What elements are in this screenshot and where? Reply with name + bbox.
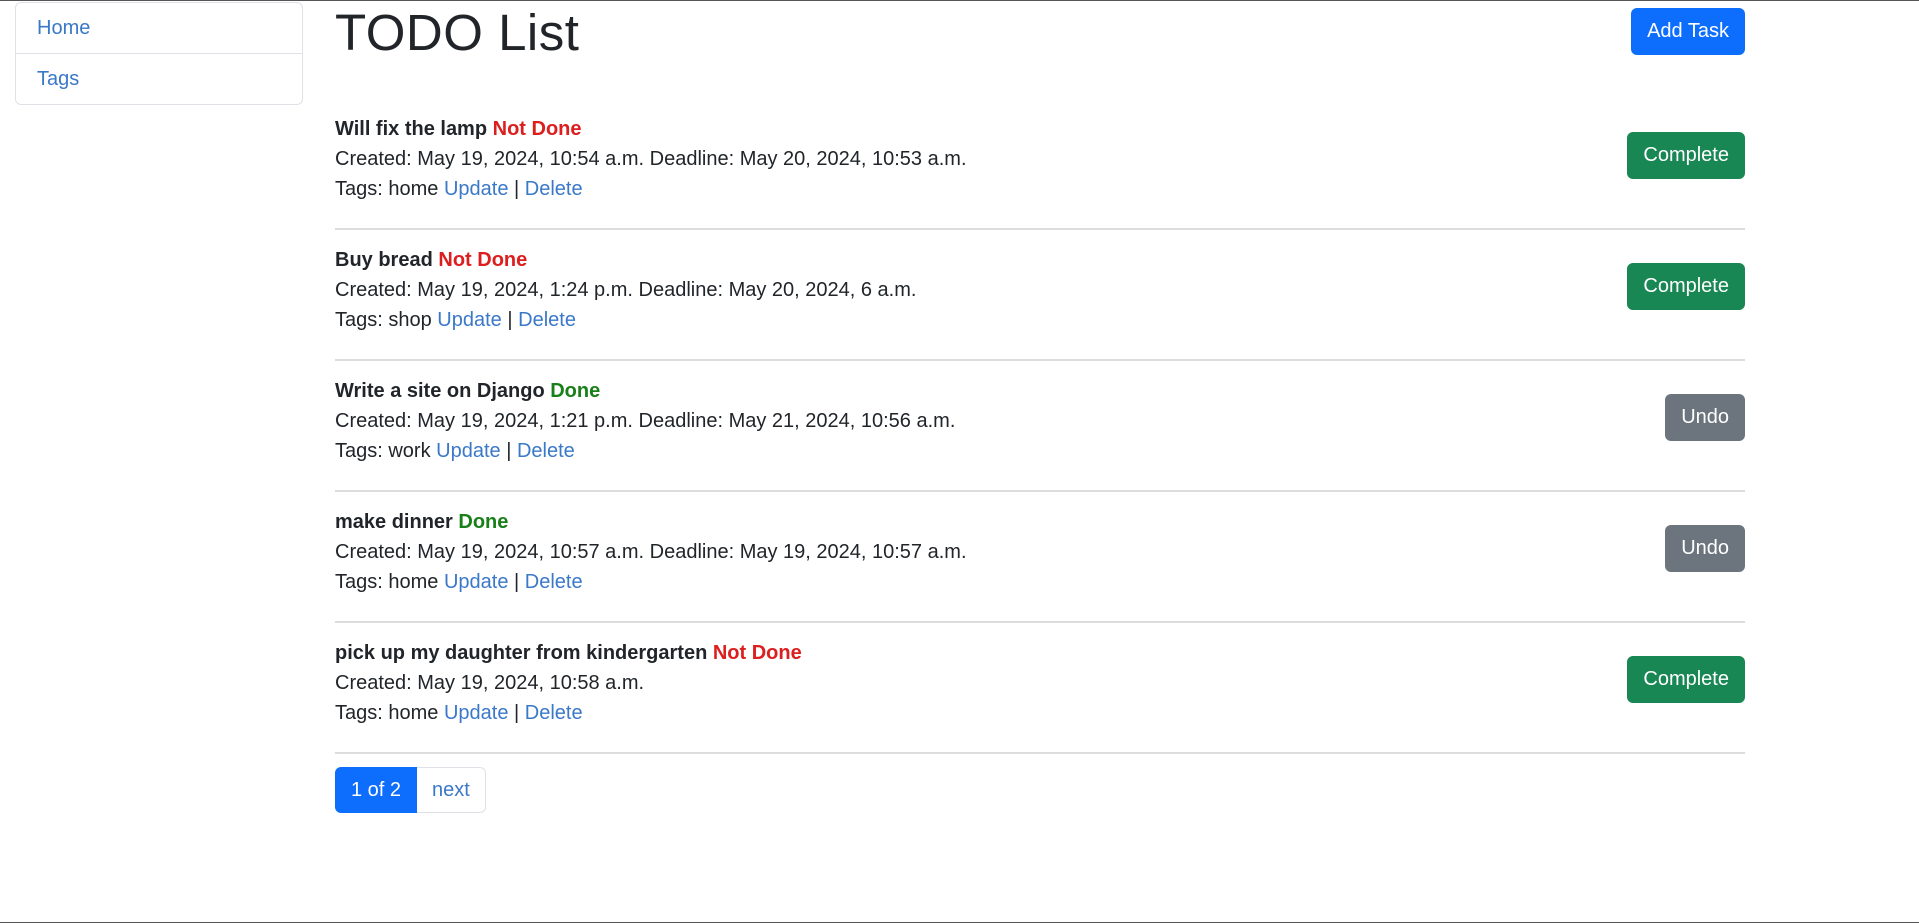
task-dates: Created: May 19, 2024, 1:21 p.m. Deadlin… <box>335 410 956 432</box>
update-link[interactable]: Update <box>444 178 509 200</box>
delete-link[interactable]: Delete <box>525 702 583 724</box>
complete-button[interactable]: Complete <box>1627 656 1745 703</box>
task-dates: Created: May 19, 2024, 10:54 a.m. Deadli… <box>335 148 967 170</box>
task-dates: Created: May 19, 2024, 1:24 p.m. Deadlin… <box>335 279 917 301</box>
task-list: Will fix the lamp Not Done Created: May … <box>335 99 1745 754</box>
link-separator: | <box>506 440 512 462</box>
complete-button[interactable]: Complete <box>1627 263 1745 310</box>
task-item: make dinner Done Created: May 19, 2024, … <box>335 492 1745 623</box>
delete-link[interactable]: Delete <box>518 309 576 331</box>
task-title: Write a site on Django <box>335 380 545 402</box>
task-tags: Tags: home <box>335 178 439 200</box>
task-tags-row: Tags: home Update | Delete <box>335 567 583 597</box>
update-link[interactable]: Update <box>437 309 502 331</box>
sidebar: Home Tags <box>15 2 303 105</box>
task-heading: Will fix the lamp Not Done <box>335 114 582 144</box>
complete-button[interactable]: Complete <box>1627 132 1745 179</box>
status-badge: Not Done <box>438 249 528 271</box>
status-badge: Not Done <box>712 642 802 664</box>
status-badge: Done <box>550 380 601 402</box>
sidebar-item-home[interactable]: Home <box>16 3 302 53</box>
link-separator: | <box>514 178 520 200</box>
update-link[interactable]: Update <box>444 702 509 724</box>
delete-link[interactable]: Delete <box>525 571 583 593</box>
pagination-current: 1 of 2 <box>335 767 418 813</box>
task-item: Will fix the lamp Not Done Created: May … <box>335 99 1745 230</box>
update-link[interactable]: Update <box>436 440 501 462</box>
task-tags-row: Tags: home Update | Delete <box>335 698 583 728</box>
task-title: pick up my daughter from kindergarten <box>335 642 708 664</box>
task-tags-row: Tags: work Update | Delete <box>335 436 575 466</box>
task-tags-row: Tags: home Update | Delete <box>335 174 583 204</box>
link-separator: | <box>514 702 520 724</box>
sidebar-item-tags[interactable]: Tags <box>16 53 302 104</box>
task-tags: Tags: home <box>335 571 439 593</box>
undo-button[interactable]: Undo <box>1665 394 1745 441</box>
task-title: Buy bread <box>335 249 433 271</box>
task-item: pick up my daughter from kindergarten No… <box>335 623 1745 754</box>
task-tags: Tags: work <box>335 440 431 462</box>
task-dates: Created: May 19, 2024, 10:58 a.m. <box>335 672 645 694</box>
task-tags: Tags: home <box>335 702 439 724</box>
task-tags: Tags: shop <box>335 309 432 331</box>
task-title: Will fix the lamp <box>335 118 488 140</box>
task-heading: make dinner Done <box>335 507 508 537</box>
task-item: Write a site on Django Done Created: May… <box>335 361 1745 492</box>
task-title: make dinner <box>335 511 453 533</box>
status-badge: Not Done <box>492 118 582 140</box>
task-heading: Buy bread Not Done <box>335 245 527 275</box>
pagination: 1 of 2 next <box>335 767 486 813</box>
link-separator: | <box>514 571 520 593</box>
page-title: TODO List <box>335 4 580 61</box>
undo-button[interactable]: Undo <box>1665 525 1745 572</box>
link-separator: | <box>507 309 513 331</box>
task-heading: Write a site on Django Done <box>335 376 600 406</box>
delete-link[interactable]: Delete <box>517 440 575 462</box>
update-link[interactable]: Update <box>444 571 509 593</box>
add-task-button[interactable]: Add Task <box>1631 8 1745 55</box>
pagination-next-link[interactable]: next <box>417 767 486 813</box>
task-dates: Created: May 19, 2024, 10:57 a.m. Deadli… <box>335 541 967 563</box>
status-badge: Done <box>458 511 509 533</box>
task-tags-row: Tags: shop Update | Delete <box>335 305 576 335</box>
task-item: Buy bread Not Done Created: May 19, 2024… <box>335 230 1745 361</box>
task-heading: pick up my daughter from kindergarten No… <box>335 638 802 668</box>
delete-link[interactable]: Delete <box>525 178 583 200</box>
